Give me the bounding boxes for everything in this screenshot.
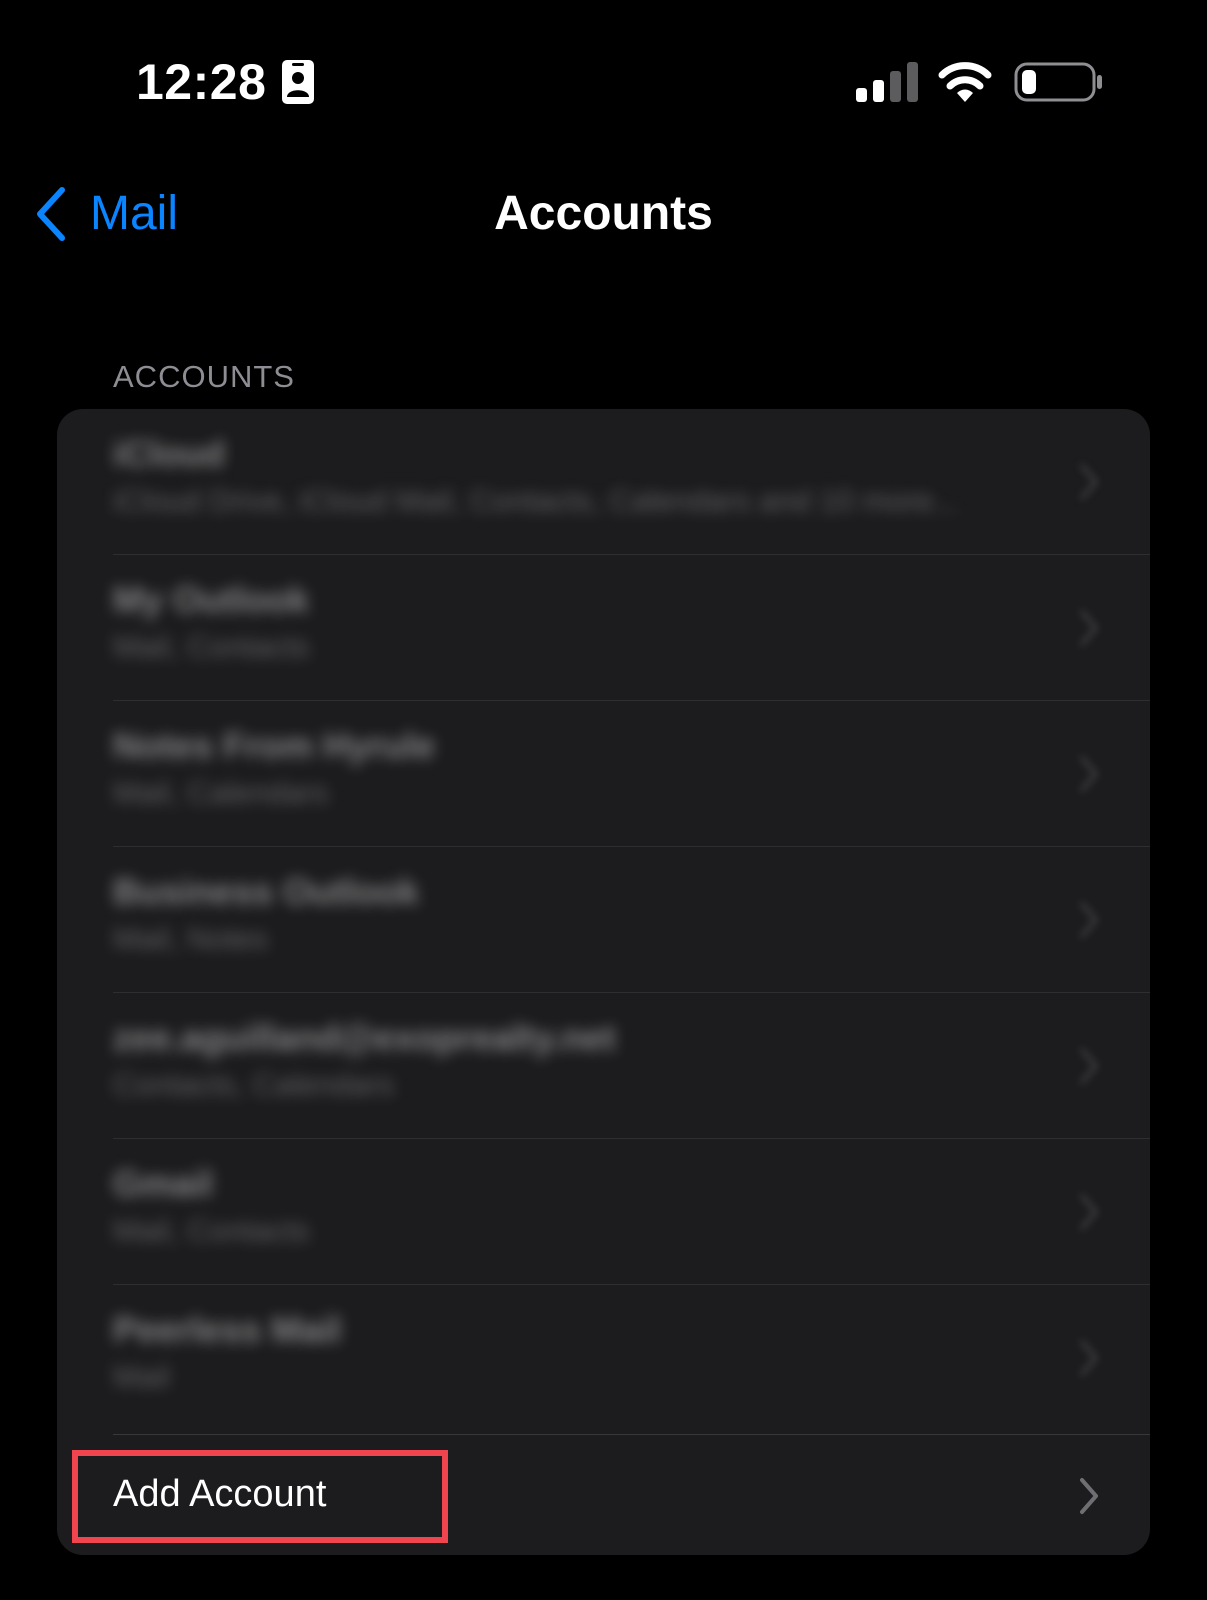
account-name: zee.aguilland@exoprealty.net [113,1017,616,1058]
account-detail: Mail, Contacts [113,629,310,664]
chevron-right-icon [1080,756,1098,792]
contact-card-icon [282,60,314,104]
chevron-right-icon [1080,1048,1098,1084]
account-row-email[interactable]: zee.aguilland@exoprealty.net Contacts, C… [57,993,1150,1139]
account-name: Notes From Hyrule [113,725,436,766]
account-name: Business Outlook [113,871,420,912]
account-row-gmail[interactable]: Gmail Mail, Contacts [57,1139,1150,1285]
chevron-right-icon [1080,610,1098,646]
account-detail: Mail [113,1359,170,1394]
account-row-notes-from-hyrule[interactable]: Notes From Hyrule Mail, Calendars [57,701,1150,847]
accounts-list: iCloud iCloud Drive, iCloud Mail, Contac… [57,409,1150,1555]
chevron-right-icon [1080,1194,1098,1230]
account-detail: Mail, Contacts [113,1213,310,1248]
chevron-right-icon [1080,464,1098,500]
row-divider [113,1434,1150,1435]
account-detail: iCloud Drive, iCloud Mail, Contacts, Cal… [113,483,959,518]
highlight-annotation [72,1450,448,1543]
account-row-my-outlook[interactable]: My Outlook Mail, Contacts [57,555,1150,701]
account-row-peerless-mail[interactable]: Peerless Mail Mail [57,1285,1150,1431]
account-detail: Mail, Calendars [113,775,329,810]
section-header: ACCOUNTS [113,359,295,394]
account-name: Gmail [113,1163,214,1204]
account-detail: Mail, Notes [113,921,269,956]
page-title: Accounts [494,187,713,240]
chevron-right-icon [1080,1478,1098,1514]
account-name: iCloud [113,433,225,474]
account-name: My Outlook [113,579,309,620]
account-row-business-outlook[interactable]: Business Outlook Mail, Notes [57,847,1150,993]
account-row-icloud[interactable]: iCloud iCloud Drive, iCloud Mail, Contac… [57,409,1150,555]
chevron-right-icon [1080,902,1098,938]
account-detail: Contacts, Calendars [113,1067,394,1102]
battery-icon [1014,62,1102,102]
wifi-icon [938,62,992,102]
status-time: 12:28 [136,54,267,110]
chevron-right-icon [1080,1340,1098,1376]
account-name: Peerless Mail [113,1309,342,1350]
signal-icon [856,62,918,102]
